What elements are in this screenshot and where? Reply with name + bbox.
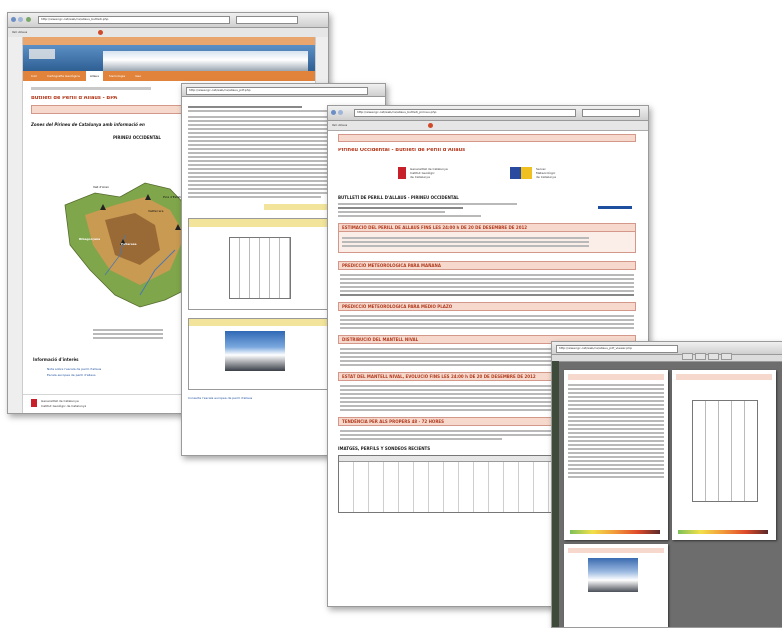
nav-tab-avalanches[interactable]: Allaus [85, 71, 103, 81]
pdf-page-3-header [568, 548, 664, 553]
breadcrumb [31, 87, 151, 90]
pdf-download-link[interactable] [598, 206, 632, 209]
mountain-photo [103, 51, 308, 71]
save-icon[interactable] [721, 353, 732, 360]
report-meta [338, 203, 517, 217]
pdf-viewer-toolbar: http://www.igc.cat/web/ca/allaus_pdf_vie… [552, 342, 782, 360]
medium-text [338, 311, 636, 329]
section-forecast-medium: PREDICCIÓ METEOROLÒGICA PARA MEDIO PLAZO [338, 302, 636, 311]
map-label-aran: Vall d'Aran [93, 185, 110, 189]
interest-link-2[interactable]: Escala europea de perill d'allaus [47, 373, 96, 377]
browser-tab[interactable]: IGC Allaus [12, 30, 27, 34]
danger-scale-bar-2 [678, 530, 768, 534]
tab-close-icon[interactable] [98, 30, 103, 35]
search-box[interactable] [236, 16, 298, 24]
danger-table [338, 232, 636, 253]
pdf-page-2 [672, 370, 776, 540]
forecast-text [338, 270, 636, 296]
reload-icon[interactable] [26, 17, 31, 22]
report-title: BUTLLETÍ DE PERILL D'ALLAUS - PIRINEU OC… [338, 195, 459, 200]
pdf-page-2-chart [692, 400, 758, 502]
site-logo [29, 49, 55, 59]
map-label-ribagorcana: Ribagorçana [79, 237, 101, 241]
print-icon[interactable] [708, 353, 719, 360]
nav-tab-geo[interactable]: Geo [131, 71, 145, 81]
pdf-page-3 [564, 544, 668, 627]
browser-tab-3[interactable]: IGC Allaus [332, 123, 347, 127]
breadcrumb-3 [338, 134, 636, 142]
address-bar-2[interactable]: http://www.igc.cat/web/ca/allaus_pdf.php [186, 87, 368, 95]
zoom-in-icon[interactable] [682, 353, 693, 360]
bulletin-page-title: Pirineu Occidental - Butlletí de Perill … [338, 148, 466, 153]
map-label-pallaresa: Pallaresa [121, 242, 137, 246]
generalitat-logo-icon-3 [398, 167, 406, 179]
map-label-estats: Pica d'Estats [163, 195, 182, 199]
generalitat-logo-icon [31, 399, 37, 407]
pdf-chart-inner [229, 237, 291, 299]
forward-icon[interactable] [18, 17, 23, 22]
tab-bar-3: IGC Allaus [328, 121, 648, 131]
logos-row: Generalitat de Catalunya Institut Geològ… [338, 161, 636, 191]
zoom-out-icon[interactable] [695, 353, 706, 360]
logo-right-text: Servei Meteorològic de Catalunya [536, 167, 556, 179]
section-forecast-tomorrow: PREDICCIÓ METEOROLÒGICA PARA MAÑANA [338, 261, 636, 270]
header-banner [23, 45, 315, 71]
browser-toolbar-2: http://www.igc.cat/web/ca/allaus_pdf.php [182, 84, 385, 97]
address-text-3: http://www.igc.cat/web/ca/allaus_butllet… [357, 110, 437, 114]
browser-toolbar-3: http://www.igc.cat/web/ca/allaus_butllet… [328, 106, 648, 121]
pdf-viewer-window[interactable]: http://www.igc.cat/web/ca/allaus_pdf_vie… [551, 341, 782, 628]
pdf-page-3-photo [588, 558, 638, 592]
nav-tab-geology[interactable]: Cartografia Geològica [43, 71, 84, 81]
address-bar-4[interactable]: http://www.igc.cat/web/ca/allaus_pdf_vie… [556, 345, 678, 353]
forward-icon-3[interactable] [338, 110, 343, 115]
interest-link-1[interactable]: Nota sobre l'escala de perill d'allaus [47, 367, 101, 371]
address-bar-3[interactable]: http://www.igc.cat/web/ca/allaus_butllet… [354, 109, 576, 117]
section-estimation: ESTIMACIÓ DEL PERILL DE ALLAUS FINS LES … [338, 223, 636, 232]
map-legend-text [93, 327, 163, 341]
section-title-medium: PREDICCIÓ METEOROLÒGICA PARA MEDIO PLAZO [342, 304, 453, 309]
smc-logo-icon [510, 167, 532, 179]
back-icon-3[interactable] [331, 110, 336, 115]
danger-scale-bar-1 [570, 530, 660, 534]
main-nav: Inici Cartografia Geològica Allaus Sismo… [23, 71, 315, 81]
map-label-vallferrera: Vallferrera [148, 209, 164, 213]
search-box-3[interactable] [582, 109, 640, 117]
snow-photo [225, 331, 285, 371]
tab-close-icon-3[interactable] [428, 123, 433, 128]
nav-tab-home[interactable]: Inici [27, 71, 41, 81]
footer-line-1: Generalitat de Catalunya [41, 399, 79, 403]
logo-left-text: Generalitat de Catalunya Institut Geològ… [410, 167, 448, 179]
top-orange-bar [23, 37, 315, 45]
pdf-page-2-header [676, 374, 772, 380]
viewer-toolbar-2 [552, 355, 782, 362]
pdf-page-1 [564, 370, 668, 540]
footer-line-2: Institut Geològic de Catalunya [41, 404, 87, 408]
viewer-sidebar [552, 361, 559, 627]
viewer-tool-buttons [682, 345, 734, 364]
section-title-forecast: PREDICCIÓ METEOROLÒGICA PARA MAÑANA [342, 263, 441, 268]
address-text: http://www.igc.cat/web/ca/allaus_butllet… [41, 17, 109, 21]
pdf-page-1-text [568, 384, 664, 478]
links-title: Informació d'interès [33, 357, 79, 362]
back-icon[interactable] [11, 17, 16, 22]
pdf-page-1-header [568, 374, 664, 380]
section-title-estimation: ESTIMACIÓ DEL PERILL DE ALLAUS FINS LES … [342, 225, 528, 230]
browser-toolbar: http://www.igc.cat/web/ca/allaus_butllet… [8, 13, 328, 28]
address-bar[interactable]: http://www.igc.cat/web/ca/allaus_butllet… [38, 16, 230, 24]
nav-tab-seismology[interactable]: Sismologia [105, 71, 129, 81]
address-text-4: http://www.igc.cat/web/ca/allaus_pdf_vie… [559, 346, 633, 350]
address-text-2: http://www.igc.cat/web/ca/allaus_pdf.php [189, 88, 251, 92]
